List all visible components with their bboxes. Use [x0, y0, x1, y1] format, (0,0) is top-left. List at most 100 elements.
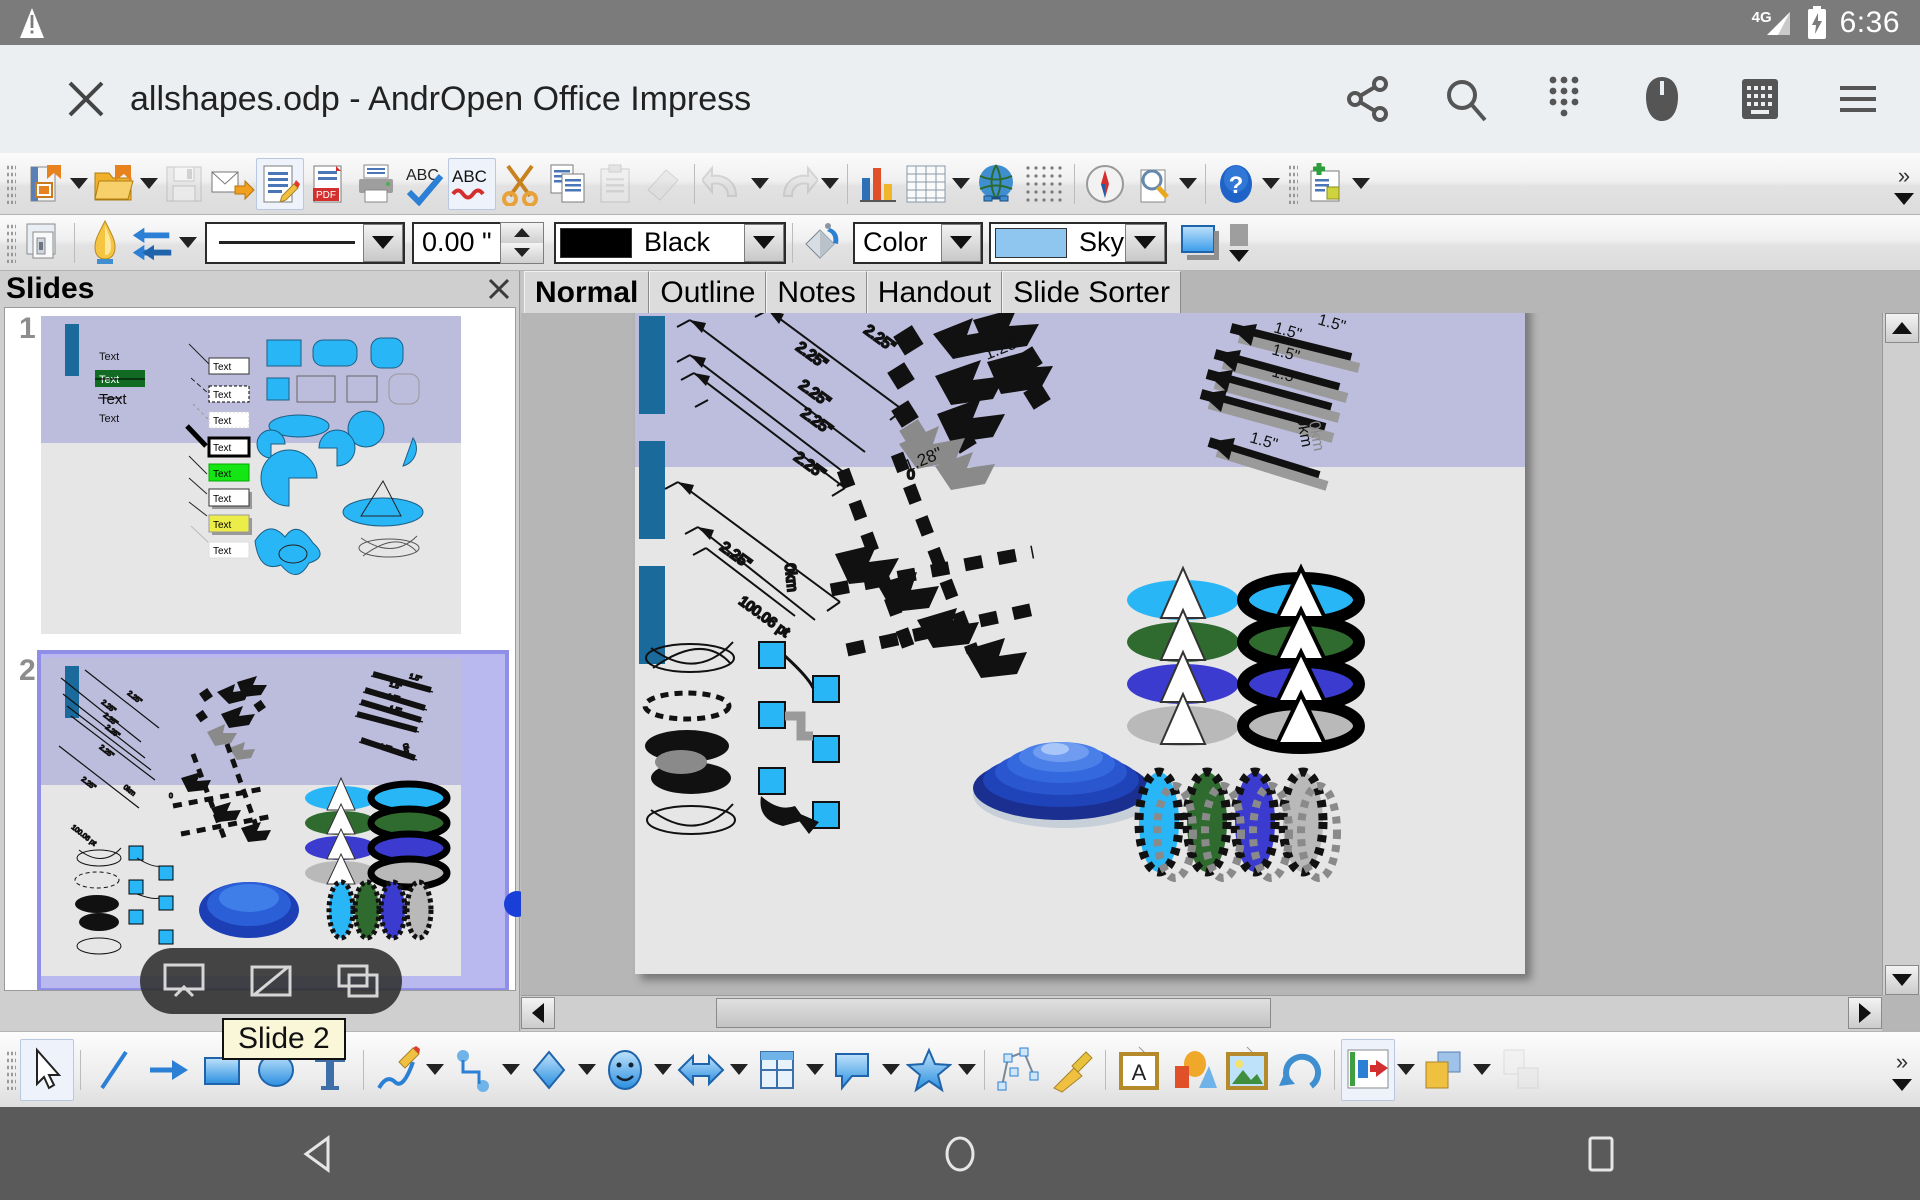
slide-canvas[interactable]: 2.25" 2.25" 2.25" 2.25" 2.25" 2.25" 0km … — [635, 313, 1525, 974]
stars-tool[interactable] — [902, 1039, 956, 1101]
toolbar-grip[interactable] — [6, 163, 16, 204]
slides-thumbnail-list[interactable]: 1 Text Text Text Text Text Text Text Tex… — [4, 307, 516, 991]
apps-grid-icon[interactable] — [1538, 73, 1590, 125]
new-slide-dropdown[interactable] — [1350, 159, 1372, 209]
shadow-toggle-button[interactable] — [1177, 217, 1225, 269]
undo-dropdown[interactable] — [749, 159, 771, 209]
open-document-dropdown[interactable] — [138, 159, 160, 209]
new-document-dropdown[interactable] — [68, 159, 90, 209]
scroll-up-button[interactable] — [1885, 313, 1919, 343]
print-button[interactable] — [352, 158, 400, 210]
insert-image-tool[interactable] — [1220, 1039, 1274, 1101]
callouts-dropdown[interactable] — [880, 1045, 902, 1095]
tab-handout[interactable]: Handout — [866, 271, 1003, 313]
line-color-select[interactable]: Black — [554, 221, 786, 264]
stars-dropdown[interactable] — [956, 1045, 978, 1095]
shadow-tool[interactable] — [1493, 1039, 1547, 1101]
display-grid-button[interactable] — [1020, 158, 1068, 210]
export-pdf-button[interactable]: PDF — [304, 158, 352, 210]
basic-shapes-dropdown[interactable] — [576, 1045, 598, 1095]
fill-color-dropdown-icon[interactable] — [1125, 223, 1165, 262]
toolbar2-expand-icon[interactable] — [1229, 249, 1249, 262]
flowchart-tool[interactable] — [750, 1039, 804, 1101]
area-style-button[interactable] — [799, 217, 847, 269]
hyperlink-button[interactable] — [972, 158, 1020, 210]
start-slideshow-icon[interactable] — [157, 959, 211, 1003]
toolbar-expand-icon[interactable] — [1894, 192, 1914, 205]
redo-button[interactable] — [771, 158, 819, 210]
new-slide-button[interactable] — [1302, 158, 1350, 210]
undo-button[interactable] — [701, 158, 749, 210]
basic-shapes-tool[interactable] — [522, 1039, 576, 1101]
share-icon[interactable] — [1342, 73, 1394, 125]
canvas-vertical-scrollbar[interactable] — [1882, 313, 1920, 995]
arrow-style-button[interactable] — [129, 217, 177, 269]
rotate-tool[interactable] — [1274, 1039, 1328, 1101]
fontwork-tool[interactable]: A — [1112, 1039, 1166, 1101]
arrange-dropdown[interactable] — [1471, 1045, 1493, 1095]
line-style-dropdown-icon[interactable] — [363, 223, 403, 262]
select-tool[interactable] — [20, 1038, 74, 1101]
slide-thumbnail-1[interactable]: 1 Text Text Text Text Text Text Text Tex… — [5, 308, 515, 650]
zoom-button[interactable] — [1129, 158, 1177, 210]
callouts-tool[interactable] — [826, 1039, 880, 1101]
glue-points-tool[interactable] — [1045, 1039, 1099, 1101]
line-width-field[interactable]: 0.00 " — [412, 221, 500, 264]
arrow-line-tool[interactable] — [141, 1039, 195, 1101]
scroll-right-button[interactable] — [1848, 997, 1882, 1029]
insert-table-dropdown[interactable] — [950, 159, 972, 209]
home-button[interactable] — [900, 1124, 1020, 1184]
scroll-thumb[interactable] — [716, 998, 1271, 1028]
arrange-tool[interactable] — [1417, 1039, 1471, 1101]
toolbar-overflow-button[interactable]: » — [1898, 163, 1910, 189]
symbol-shapes-tool[interactable] — [598, 1039, 652, 1101]
mouse-icon[interactable] — [1636, 73, 1688, 125]
slide-canvas-area[interactable]: 2.25" 2.25" 2.25" 2.25" 2.25" 2.25" 0km … — [521, 313, 1882, 995]
line-color-dropdown-icon[interactable] — [744, 223, 784, 262]
toggle-display-icon[interactable] — [244, 959, 298, 1003]
autospellcheck-button[interactable]: ABC — [448, 157, 496, 210]
alignment-tool[interactable] — [1341, 1038, 1395, 1101]
connector-tool[interactable] — [446, 1039, 500, 1101]
arrow-style-dropdown[interactable] — [177, 218, 199, 268]
tab-slide-sorter[interactable]: Slide Sorter — [1002, 271, 1181, 313]
flowchart-dropdown[interactable] — [804, 1045, 826, 1095]
back-button[interactable] — [260, 1124, 380, 1184]
line-width-decrement[interactable] — [501, 242, 543, 263]
alignment-dropdown[interactable] — [1395, 1045, 1417, 1095]
connector-tool-dropdown[interactable] — [500, 1045, 522, 1095]
search-icon[interactable] — [1440, 73, 1492, 125]
scroll-down-button[interactable] — [1885, 965, 1919, 995]
curve-tool[interactable] — [370, 1039, 424, 1101]
navigator-button[interactable] — [1081, 158, 1129, 210]
fill-color-select[interactable]: Sky blu — [989, 221, 1167, 264]
tab-normal[interactable]: Normal — [524, 271, 650, 313]
insert-table-button[interactable] — [902, 158, 950, 210]
close-icon[interactable] — [485, 275, 513, 303]
help-dropdown[interactable] — [1260, 159, 1282, 209]
canvas-horizontal-scrollbar[interactable] — [521, 995, 1882, 1031]
copy-button[interactable] — [544, 158, 592, 210]
line-width-stepper[interactable] — [500, 221, 544, 264]
toolbar-grip[interactable] — [1288, 163, 1298, 204]
line-width-increment[interactable] — [501, 222, 543, 243]
redo-dropdown[interactable] — [819, 159, 841, 209]
zoom-dropdown[interactable] — [1177, 159, 1199, 209]
slide-properties-button[interactable] — [20, 217, 68, 269]
recents-button[interactable] — [1540, 1124, 1660, 1184]
slide-thumbnail-2[interactable]: 2 2.25" 2.25" 2.25" 2.25" 2.25" 2.25" 0k… — [5, 650, 515, 990]
block-arrows-dropdown[interactable] — [728, 1045, 750, 1095]
toolbar2-grip-block[interactable] — [1230, 223, 1248, 246]
keyboard-icon[interactable] — [1734, 73, 1786, 125]
line-style-select[interactable] — [205, 221, 405, 264]
scroll-left-button[interactable] — [521, 997, 555, 1029]
line-width-value[interactable]: 0.00 " — [414, 227, 500, 258]
insert-chart-button[interactable] — [854, 158, 902, 210]
cut-button[interactable] — [496, 158, 544, 210]
fill-type-dropdown-icon[interactable] — [941, 223, 981, 262]
paste-button[interactable] — [592, 158, 640, 210]
gallery-tool[interactable] — [1166, 1039, 1220, 1101]
help-button[interactable]: ? — [1212, 158, 1260, 210]
drawbar-overflow-button[interactable]: » — [1896, 1049, 1908, 1075]
points-tool[interactable] — [991, 1039, 1045, 1101]
